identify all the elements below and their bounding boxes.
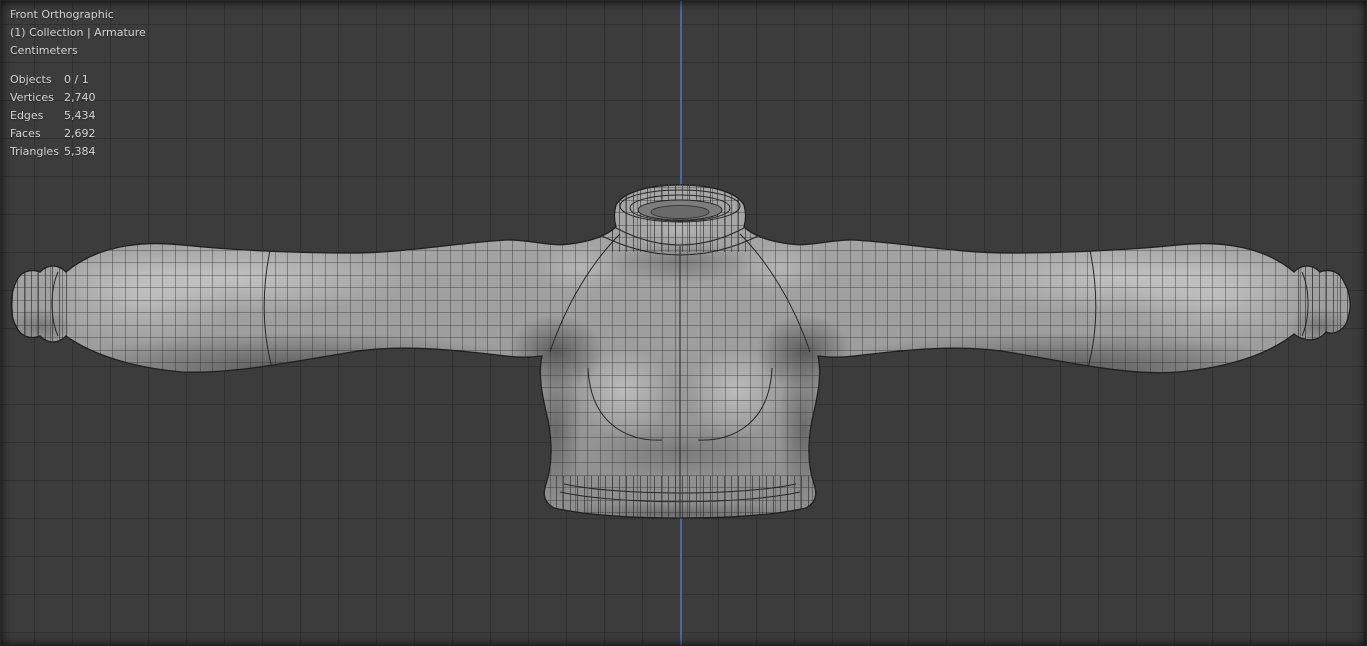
stat-label: Vertices bbox=[10, 89, 64, 107]
stat-label: Triangles bbox=[10, 143, 64, 161]
stat-value: 0 / 1 bbox=[64, 71, 89, 89]
stat-row-objects: Objects 0 / 1 bbox=[10, 71, 146, 89]
stat-row-faces: Faces 2,692 bbox=[10, 125, 146, 143]
mesh-object-sweater[interactable] bbox=[0, 0, 1367, 646]
context-path-label: (1) Collection | Armature bbox=[10, 24, 146, 42]
viewport-overlay: Front Orthographic (1) Collection | Arma… bbox=[10, 6, 146, 161]
stat-value: 5,384 bbox=[64, 143, 96, 161]
3d-viewport[interactable]: Front Orthographic (1) Collection | Arma… bbox=[0, 0, 1367, 646]
stat-row-triangles: Triangles 5,384 bbox=[10, 143, 146, 161]
stat-label: Faces bbox=[10, 125, 64, 143]
units-label: Centimeters bbox=[10, 42, 146, 60]
stat-value: 5,434 bbox=[64, 107, 96, 125]
scene-statistics: Objects 0 / 1 Vertices 2,740 Edges 5,434… bbox=[10, 71, 146, 161]
stat-row-vertices: Vertices 2,740 bbox=[10, 89, 146, 107]
stat-value: 2,740 bbox=[64, 89, 96, 107]
stat-row-edges: Edges 5,434 bbox=[10, 107, 146, 125]
stat-label: Objects bbox=[10, 71, 64, 89]
stat-label: Edges bbox=[10, 107, 64, 125]
stat-value: 2,692 bbox=[64, 125, 96, 143]
mesh-shading bbox=[0, 170, 1367, 540]
view-name-label: Front Orthographic bbox=[10, 6, 146, 24]
